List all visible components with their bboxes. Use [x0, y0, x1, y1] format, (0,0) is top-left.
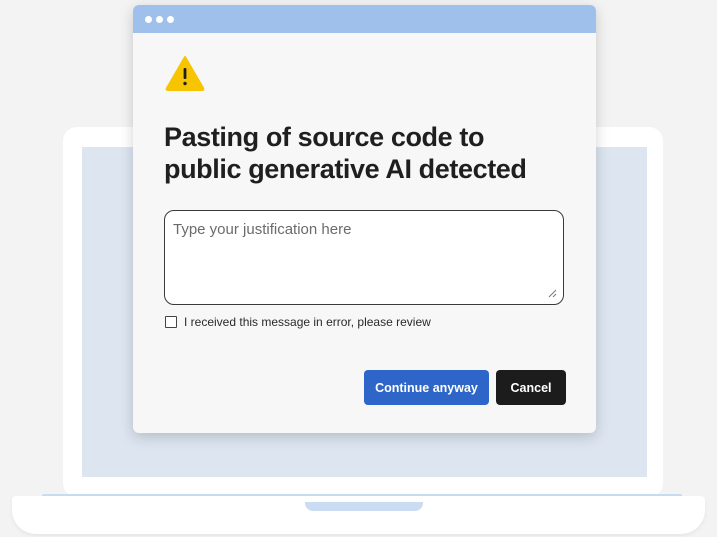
dlp-warning-dialog: Pasting of source code to public generat…: [133, 5, 596, 433]
report-error-row[interactable]: I received this message in error, please…: [165, 315, 431, 329]
laptop-notch: [305, 502, 423, 511]
cancel-button[interactable]: Cancel: [496, 370, 566, 405]
headline-line-1: Pasting of source code to: [164, 122, 485, 152]
window-dot-icon: [156, 15, 163, 23]
window-dot-icon: [167, 15, 174, 23]
report-error-checkbox[interactable]: [165, 316, 177, 328]
continue-anyway-button[interactable]: Continue anyway: [364, 370, 489, 405]
illustration-stage: Pasting of source code to public generat…: [0, 0, 717, 537]
report-error-label[interactable]: I received this message in error, please…: [184, 315, 431, 329]
justification-textarea[interactable]: [164, 210, 564, 305]
warning-triangle-icon: [165, 56, 205, 91]
dialog-headline: Pasting of source code to public generat…: [164, 121, 574, 185]
headline-line-2: public generative AI detected: [164, 154, 527, 184]
window-dot-icon: [145, 15, 152, 23]
window-titlebar: [133, 5, 596, 33]
